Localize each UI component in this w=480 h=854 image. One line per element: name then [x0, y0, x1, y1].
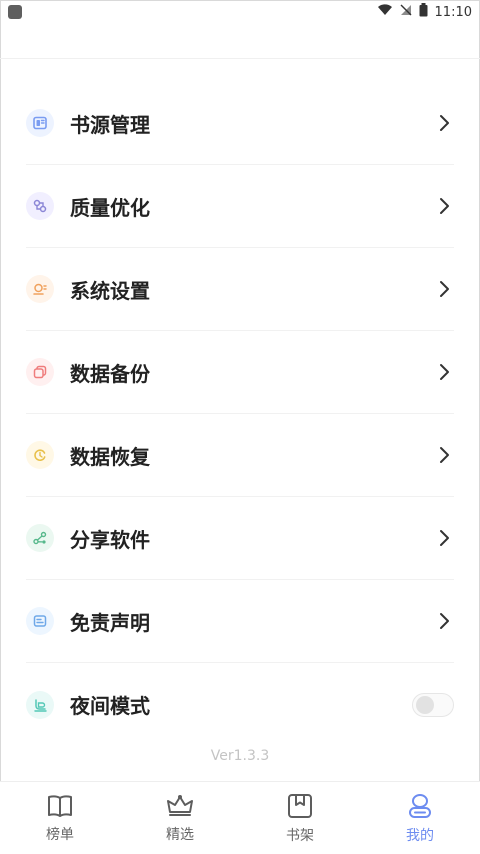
menu-item-label: 免责声明	[70, 610, 150, 635]
menu-item-data-restore[interactable]: 数据恢复	[26, 414, 454, 497]
disclaimer-icon	[26, 607, 54, 635]
header-area	[0, 24, 480, 59]
tab-rank[interactable]: 榜单	[0, 782, 120, 854]
bookshelf-icon	[288, 793, 312, 818]
crown-icon	[167, 794, 193, 816]
rank-book-icon	[48, 794, 72, 817]
menu-item-label: 系统设置	[70, 278, 150, 303]
menu-item-label: 夜间模式	[70, 694, 150, 718]
menu-item-book-source[interactable]: 书源管理	[26, 82, 454, 165]
bottom-tab-bar: 榜单 精选 书架 我的	[0, 781, 480, 854]
status-bar: 11:10	[0, 0, 480, 24]
tab-bookshelf[interactable]: 书架	[240, 782, 360, 854]
menu-item-night-mode: 夜间模式	[26, 663, 454, 746]
menu-item-quality-optimize[interactable]: 质量优化	[26, 165, 454, 248]
chevron-right-icon	[440, 613, 449, 629]
book-source-icon	[26, 109, 54, 137]
tab-label: 我的	[406, 827, 434, 844]
chevron-right-icon	[440, 530, 449, 546]
tab-featured[interactable]: 精选	[120, 782, 240, 854]
quality-optimize-icon	[26, 192, 54, 220]
menu-item-label: 分享软件	[70, 527, 150, 552]
status-time: 11:10	[434, 4, 472, 20]
chevron-right-icon	[440, 198, 449, 214]
toggle-knob	[416, 695, 434, 714]
profile-icon	[409, 793, 431, 818]
menu-item-label: 质量优化	[70, 195, 150, 220]
tab-label: 榜单	[46, 826, 74, 843]
signal-off-icon	[400, 4, 412, 20]
tab-label: 书架	[286, 827, 314, 844]
chevron-right-icon	[440, 364, 449, 380]
chevron-right-icon	[440, 115, 449, 131]
wifi-icon	[377, 4, 393, 20]
menu-item-data-backup[interactable]: 数据备份	[26, 331, 454, 414]
menu-item-system-settings[interactable]: 系统设置	[26, 248, 454, 331]
menu-item-disclaimer[interactable]: 免责声明	[26, 580, 454, 663]
version-label: Ver1.3.3	[210, 748, 270, 764]
backup-icon	[26, 358, 54, 386]
restore-icon	[26, 441, 54, 469]
night-mode-icon	[26, 690, 54, 719]
chevron-right-icon	[440, 281, 449, 297]
chevron-right-icon	[440, 447, 449, 463]
share-icon	[26, 524, 54, 552]
notification-icon	[8, 5, 22, 19]
battery-icon	[419, 3, 428, 21]
menu-item-label: 数据恢复	[70, 444, 150, 469]
tab-label: 精选	[166, 826, 194, 843]
menu-list: 书源管理 质量优化 系统设置 数据备份 数据恢复 分享软件 免责声明 夜间模式	[26, 82, 454, 746]
menu-item-share-app[interactable]: 分享软件	[26, 497, 454, 580]
status-right: 11:10	[377, 3, 472, 21]
system-settings-icon	[26, 275, 54, 303]
night-mode-toggle[interactable]	[412, 692, 454, 717]
menu-item-label: 数据备份	[70, 361, 150, 386]
menu-item-label: 书源管理	[70, 112, 150, 137]
tab-profile[interactable]: 我的	[360, 782, 480, 854]
